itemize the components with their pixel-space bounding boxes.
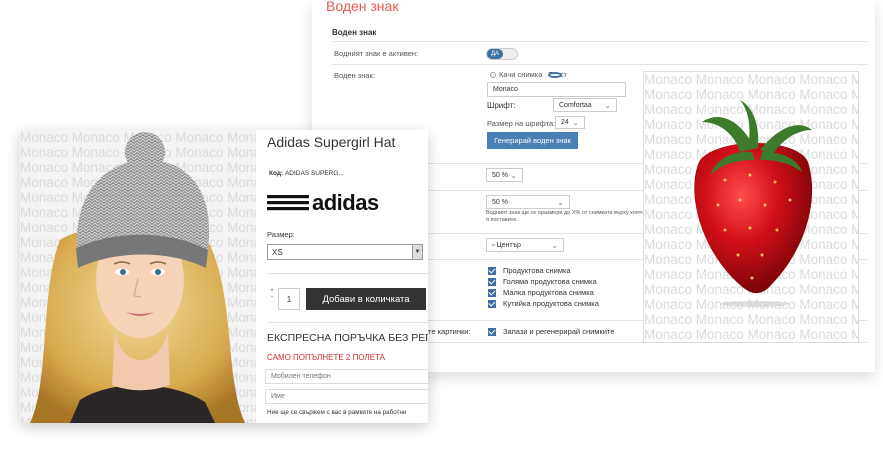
size-hint: Водният знак ще се оразмери до X% от сни… [486, 210, 645, 223]
position-value: ▫ Център [492, 241, 521, 249]
checkbox-checked [488, 288, 496, 297]
phone-field[interactable]: Мобилен телефон [265, 369, 428, 384]
quantity-input[interactable]: 1 [278, 288, 300, 310]
product-photo: Monaco Monaco Monaco Monaco MonacoMonaco… [20, 130, 256, 423]
generate-watermark-button[interactable]: Генерирай воден знак [487, 132, 578, 149]
chevron-down-icon: ⌄ [557, 197, 564, 207]
contact-note: Ние ще се свържем с вас в рамките на раб… [267, 409, 407, 416]
divider [267, 273, 428, 274]
font-size-value: 24 [561, 119, 569, 126]
product-code-label: Код: [269, 170, 284, 177]
divider [267, 322, 428, 323]
active-label: Водният знак е активен: [334, 49, 419, 58]
watermark-label: Воден знак: [334, 71, 375, 80]
divider [332, 64, 867, 65]
radio-circle-selected [548, 71, 562, 78]
chevron-down-icon: ⌄ [510, 170, 517, 180]
page-title: Воден знак [326, 0, 399, 14]
checkbox-label: Малка продуктова снимка [503, 288, 594, 297]
size-select[interactable]: XS ▼ [267, 244, 423, 260]
font-label: Шрифт: [487, 101, 516, 110]
opacity-value: 50 % [492, 171, 508, 179]
watermark-text-row: Monaco Monaco Monaco Monaco Monaco [644, 72, 858, 87]
brand-logo-text: adidas [312, 190, 379, 215]
size-label: Размер: [267, 230, 295, 239]
name-field[interactable]: Име [265, 389, 428, 404]
font-size-select[interactable]: 24 ⌄ [555, 116, 585, 129]
adidas-stripes-logo-icon [267, 195, 309, 211]
size-select[interactable]: 50 % ⌄ [486, 195, 570, 209]
regenerate-checkbox[interactable]: Запази и регенерирай снимките [488, 327, 614, 336]
position-value-text: Център [496, 241, 521, 249]
checkbox-label: Продуктова снимка [503, 266, 571, 275]
watermark-text-row: Monaco Monaco Monaco Monaco Monaco [644, 312, 858, 327]
strawberry-image [694, 100, 813, 307]
watermark-preview: Monaco Monaco Monaco Monaco Monaco Monaco… [643, 71, 859, 343]
font-select-value: Comfortaa [559, 101, 592, 109]
checkbox-label: Запази и регенерирай снимките [503, 327, 615, 336]
product-page-panel: Monaco Monaco Monaco Monaco MonacoMonaco… [20, 130, 428, 423]
model-with-hat-image [30, 132, 245, 423]
chevron-down-icon: ⌄ [551, 240, 558, 250]
regenerate-label: те картинки: [428, 327, 471, 336]
section-header: Воден знак [332, 28, 377, 37]
font-size-label: Размер на шрифта: [487, 119, 556, 128]
dropdown-arrow-icon: ▼ [412, 245, 422, 259]
checkbox-checked [488, 266, 496, 275]
opacity-select[interactable]: 50 % ⌄ [486, 168, 523, 182]
divider [332, 41, 867, 42]
watermark-text-input[interactable]: Monaco [487, 82, 626, 97]
checkbox-checked [488, 277, 496, 286]
apply-large-image-checkbox[interactable]: Голяма продуктова снимка [488, 277, 597, 286]
radio-upload-image[interactable]: Качи снимка [490, 70, 542, 79]
express-order-subtitle: САМО ПОПЪЛНЕТЕ 2 ПОЛЕТА [267, 353, 386, 362]
chevron-down-icon: ⌄ [604, 100, 611, 110]
product-title: Adidas Supergirl Hat [267, 134, 396, 150]
stepper-minus[interactable]: - [271, 294, 273, 300]
checkbox-checked [488, 327, 496, 336]
checkbox-checked [488, 299, 496, 308]
add-to-cart-button[interactable]: Добави в количката [306, 288, 426, 310]
toggle-on-label: ДА [487, 49, 503, 59]
font-select[interactable]: Comfortaa ⌄ [553, 98, 617, 112]
apply-small-image-checkbox[interactable]: Малка продуктова снимка [488, 288, 594, 297]
watermark-text-row: Monaco Monaco Monaco Monaco Monaco [644, 327, 858, 342]
apply-box-image-checkbox[interactable]: Кутийка продуктова снимка [488, 299, 599, 308]
checkbox-label: Кутийка продуктова снимка [503, 299, 599, 308]
radio-text[interactable]: Текст [548, 70, 567, 79]
radio-upload-label: Качи снимка [499, 70, 543, 79]
product-code-value: ADIDAS SUPERG... [284, 170, 344, 177]
position-select[interactable]: ▫ Център ⌄ [486, 238, 564, 252]
quantity-stepper[interactable]: + - [267, 288, 277, 310]
apply-product-image-checkbox[interactable]: Продуктова снимка [488, 266, 571, 275]
size-select-value: XS [272, 247, 283, 257]
size-value: 50 % [492, 198, 508, 206]
radio-circle [490, 71, 496, 78]
express-order-title: ЕКСПРЕСНА ПОРЪЧКА БЕЗ РЕГИ [267, 332, 428, 344]
active-toggle[interactable]: ДА [486, 48, 518, 60]
checkbox-label: Голяма продуктова снимка [503, 277, 597, 286]
chevron-down-icon: ⌄ [572, 118, 579, 127]
product-code: Код: ADIDAS SUPERG... [269, 170, 344, 177]
